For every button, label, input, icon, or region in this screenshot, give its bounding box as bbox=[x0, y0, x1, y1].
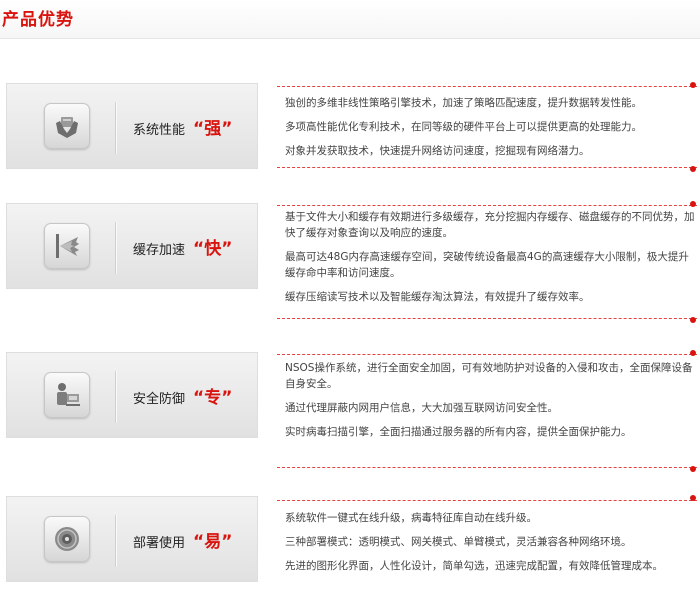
icon-badge bbox=[44, 223, 90, 269]
description-line: 通过代理屏蔽内网用户信息，大大加强互联网访问安全性。 bbox=[285, 402, 558, 414]
advantage-highlight: “强” bbox=[193, 119, 233, 139]
description-line: 多项高性能优化专利技术，在同等级的硬件平台上可以提供更高的处理能力。 bbox=[285, 121, 642, 133]
red-dot bbox=[690, 201, 696, 207]
description-line: 实时病毒扫描引擎，全面扫描通过服务器的所有内容，提供全面保护能力。 bbox=[285, 426, 632, 438]
advantage-tile: 部署使用 “易” bbox=[6, 496, 258, 582]
advantage-highlight: “专” bbox=[193, 388, 233, 408]
advantage-tile: 系统性能 “强” bbox=[6, 83, 258, 169]
advantage-label: 部署使用 bbox=[133, 536, 186, 551]
divider bbox=[115, 515, 116, 567]
description-line: 缓存压缩读写技术以及智能缓存淘汰算法，有效提升了缓存效率。 bbox=[285, 291, 590, 303]
advantage-title: 系统性能 “强” bbox=[133, 114, 232, 139]
icon-badge bbox=[44, 372, 90, 418]
red-dot bbox=[690, 82, 696, 88]
description-line: 系统软件一键式在线升级，病毒特征库自动在线升级。 bbox=[285, 512, 537, 524]
divider bbox=[115, 102, 116, 154]
advantage-highlight: “快” bbox=[193, 239, 233, 259]
description-line: NSOS操作系统，进行全面安全加固，可有效地防护对设备的入侵和攻击，全面保障设备… bbox=[285, 362, 693, 390]
description-line: 先进的图形化界面，人性化设计，简单勾选，迅速完成配置，有效降低管理成本。 bbox=[285, 560, 663, 572]
section-header: 产品优势 bbox=[0, 0, 700, 39]
disc-icon bbox=[55, 527, 79, 551]
description-line: 独创的多维非线性策略引擎技术，加速了策略匹配速度，提升数据转发性能。 bbox=[285, 97, 642, 109]
advantage-label: 安全防御 bbox=[133, 392, 186, 407]
advantage-label: 系统性能 bbox=[133, 123, 186, 138]
advantage-highlight: “易” bbox=[193, 532, 233, 552]
divider bbox=[115, 371, 116, 423]
advantage-tile: 安全防御 “专” bbox=[6, 352, 258, 438]
section-title: 产品优势 bbox=[2, 10, 74, 30]
advantage-description: NSOS操作系统，进行全面安全加固，可有效地防护对设备的入侵和攻击，全面保障设备… bbox=[277, 354, 697, 468]
advantage-title: 安全防御 “专” bbox=[133, 383, 232, 408]
icon-badge bbox=[44, 103, 90, 149]
hands-icon bbox=[56, 117, 78, 138]
icon-badge bbox=[44, 516, 90, 562]
description-line: 最高可达48G内存高速缓存空间，突破传统设备最高4G的高速缓存大小限制，极大提升… bbox=[285, 251, 689, 279]
advantage-tile: 缓存加速 “快” bbox=[6, 203, 258, 289]
advantage-label: 缓存加速 bbox=[133, 243, 186, 258]
divider bbox=[115, 222, 116, 274]
red-dot bbox=[690, 350, 696, 356]
red-dot bbox=[690, 317, 696, 323]
user-workstation-icon bbox=[57, 383, 80, 406]
description-line: 对象并发获取技术，快速提升网络访问速度，挖掘现有网络潜力。 bbox=[285, 145, 590, 157]
advantage-description: 基于文件大小和缓存有效期进行多级缓存，充分挖掘内存缓存、磁盘缓存的不同优势，加快… bbox=[277, 205, 697, 319]
red-dot bbox=[690, 495, 696, 501]
description-line: 基于文件大小和缓存有效期进行多级缓存，充分挖掘内存缓存、磁盘缓存的不同优势，加快… bbox=[285, 211, 695, 239]
red-dot bbox=[690, 466, 696, 472]
advantage-title: 部署使用 “易” bbox=[133, 527, 232, 552]
advantage-title: 缓存加速 “快” bbox=[133, 234, 232, 259]
description-line: 三种部署模式：透明模式、网关模式、单臂模式，灵活兼容各种网络环境。 bbox=[285, 536, 632, 548]
red-dot bbox=[690, 166, 696, 172]
advantage-description: 独创的多维非线性策略引擎技术，加速了策略匹配速度，提升数据转发性能。 多项高性能… bbox=[277, 86, 697, 168]
speed-burst-icon bbox=[56, 234, 79, 258]
advantage-description: 系统软件一键式在线升级，病毒特征库自动在线升级。 三种部署模式：透明模式、网关模… bbox=[277, 500, 697, 606]
